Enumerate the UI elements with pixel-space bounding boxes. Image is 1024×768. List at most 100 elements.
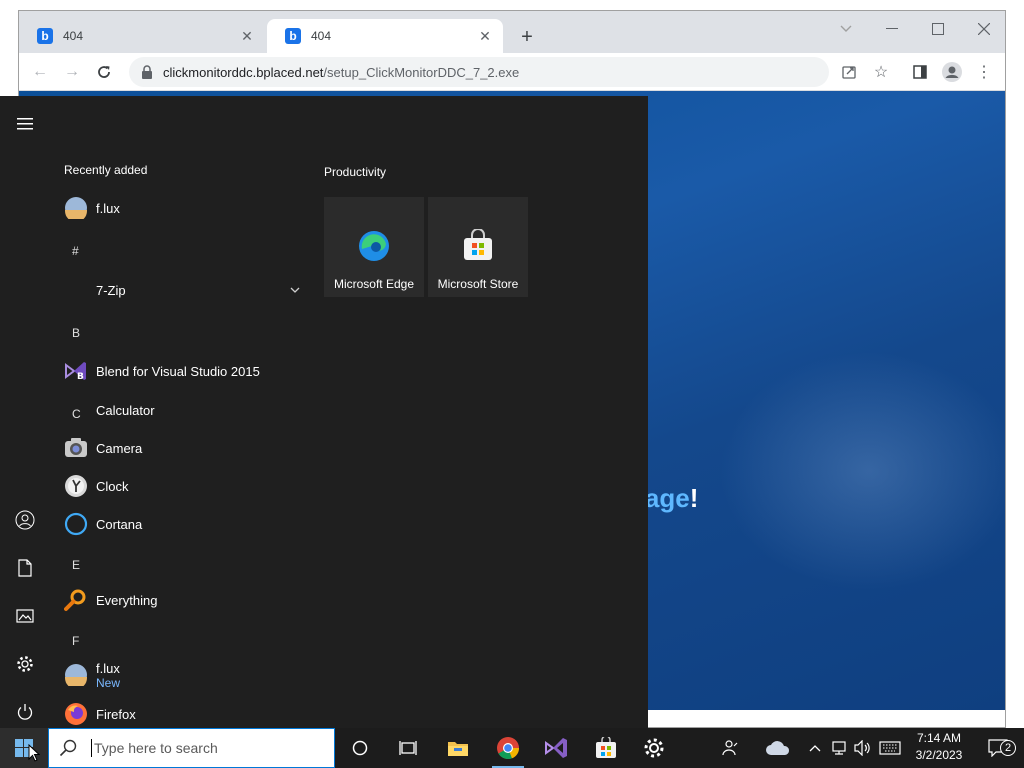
search-placeholder: Type here to search xyxy=(94,740,218,756)
new-badge: New xyxy=(96,675,121,690)
cloud-icon xyxy=(766,741,790,755)
group-letter-e[interactable]: E xyxy=(72,558,80,572)
file-explorer-button[interactable] xyxy=(438,728,478,768)
touch-keyboard-button[interactable] xyxy=(876,728,904,768)
notification-count-badge: 2 xyxy=(1000,740,1016,756)
forward-button[interactable]: → xyxy=(59,59,85,85)
group-letter-hash[interactable]: # xyxy=(72,244,79,258)
start-button[interactable] xyxy=(0,728,48,768)
people-button[interactable] xyxy=(712,728,748,768)
store-button[interactable] xyxy=(586,728,626,768)
recently-added-heading: Recently added xyxy=(64,163,148,177)
cortana-icon xyxy=(64,512,88,536)
search-icon xyxy=(59,739,77,757)
clock-date: 3/2/2023 xyxy=(915,748,963,762)
people-icon xyxy=(722,740,738,756)
menu-kebab-icon[interactable]: ⋮ xyxy=(971,59,997,85)
app-flux[interactable]: f.lux New xyxy=(64,659,304,691)
close-tab-icon[interactable]: ✕ xyxy=(239,28,255,44)
app-name: f.lux xyxy=(96,660,120,676)
flux-icon xyxy=(64,196,88,220)
chrome-button[interactable] xyxy=(488,728,528,768)
clock-time: 7:14 AM xyxy=(916,731,962,745)
clock[interactable]: 7:14 AM 3/2/2023 xyxy=(904,730,974,764)
tab-1[interactable]: b 404 ✕ xyxy=(19,19,265,53)
edge-icon xyxy=(359,231,389,261)
app-blend[interactable]: B Blend for Visual Studio 2015 xyxy=(64,355,304,387)
tile-microsoft-edge[interactable]: Microsoft Edge xyxy=(324,197,424,297)
mouse-cursor-icon xyxy=(28,744,40,762)
new-tab-button[interactable]: + xyxy=(515,25,539,49)
maximize-button[interactable] xyxy=(915,15,961,43)
text-caret xyxy=(91,739,92,757)
camera-icon xyxy=(64,436,88,460)
speaker-icon xyxy=(854,740,870,756)
settings-button[interactable] xyxy=(634,728,674,768)
tab-title: 404 xyxy=(63,29,84,43)
app-firefox[interactable]: Firefox xyxy=(64,698,304,730)
store-icon xyxy=(464,229,492,260)
task-view-button[interactable] xyxy=(388,728,428,768)
taskbar-search-box[interactable]: Type here to search xyxy=(48,728,335,768)
chevron-up-icon xyxy=(809,745,821,752)
chrome-icon xyxy=(497,737,520,760)
start-menu: Recently added f.lux # 7-Zip B B Blend f… xyxy=(0,96,648,728)
user-icon[interactable] xyxy=(13,508,37,532)
cortana-ring-icon xyxy=(352,740,368,756)
start-menu-rail xyxy=(0,96,50,728)
tile-microsoft-store[interactable]: Microsoft Store xyxy=(428,197,528,297)
group-letter-b[interactable]: B xyxy=(72,326,80,340)
network-button[interactable] xyxy=(828,728,850,768)
onedrive-button[interactable] xyxy=(760,728,796,768)
store-icon xyxy=(596,737,616,758)
tab-search-chevron-icon[interactable] xyxy=(823,15,869,43)
power-icon[interactable] xyxy=(13,700,37,724)
visual-studio-button[interactable] xyxy=(536,728,576,768)
pictures-icon[interactable] xyxy=(13,604,37,628)
task-view-icon xyxy=(399,741,417,755)
visual-studio-icon xyxy=(545,738,567,758)
gear-icon xyxy=(644,738,664,758)
svg-text:B: B xyxy=(77,372,84,382)
tab-title: 404 xyxy=(311,29,332,43)
keyboard-icon xyxy=(879,741,901,755)
browser-toolbar: ← → clickmonitorddc.bplaced.net/setup_Cl… xyxy=(19,53,1005,91)
close-window-button[interactable] xyxy=(961,15,1007,43)
app-clock[interactable]: Clock xyxy=(64,470,304,502)
profile-avatar-icon[interactable] xyxy=(939,59,965,85)
cortana-button[interactable] xyxy=(340,728,380,768)
blend-icon: B xyxy=(64,359,88,383)
address-bar[interactable]: clickmonitorddc.bplaced.net/setup_ClickM… xyxy=(129,57,829,87)
calculator-icon xyxy=(64,398,88,422)
action-center-button[interactable]: 2 xyxy=(978,728,1018,768)
side-panel-icon[interactable] xyxy=(907,59,933,85)
group-letter-f[interactable]: F xyxy=(72,634,79,648)
taskbar: Type here to search 7:14 AM 3/2/2023 2 xyxy=(0,728,1024,768)
bing-favicon-icon: b xyxy=(37,28,53,44)
volume-button[interactable] xyxy=(852,728,874,768)
minimize-button[interactable] xyxy=(869,15,915,43)
app-calculator[interactable]: Calculator xyxy=(64,394,304,426)
share-icon[interactable] xyxy=(836,59,862,85)
chevron-down-icon[interactable] xyxy=(290,282,300,296)
bookmark-star-icon[interactable]: ☆ xyxy=(868,59,894,85)
back-button[interactable]: ← xyxy=(27,59,53,85)
app-7zip[interactable]: 7-Zip xyxy=(64,274,304,306)
clock-icon xyxy=(64,474,88,498)
hamburger-icon[interactable] xyxy=(13,112,37,136)
lock-icon xyxy=(142,65,152,79)
reload-button[interactable] xyxy=(91,59,117,85)
url-text: clickmonitorddc.bplaced.net/setup_ClickM… xyxy=(163,64,520,80)
settings-icon[interactable] xyxy=(13,652,37,676)
document-icon[interactable] xyxy=(13,556,37,580)
app-everything[interactable]: Everything xyxy=(64,584,304,616)
tab-2[interactable]: b 404 ✕ xyxy=(267,19,503,53)
app-cortana[interactable]: Cortana xyxy=(64,508,304,540)
app-list: Recently added f.lux # 7-Zip B B Blend f… xyxy=(50,96,310,728)
app-camera[interactable]: Camera xyxy=(64,432,304,464)
folder-icon xyxy=(64,278,88,302)
firefox-icon xyxy=(64,702,88,726)
show-hidden-icons-button[interactable] xyxy=(806,728,824,768)
close-tab-icon[interactable]: ✕ xyxy=(477,28,493,44)
app-flux-recent[interactable]: f.lux xyxy=(64,192,304,224)
